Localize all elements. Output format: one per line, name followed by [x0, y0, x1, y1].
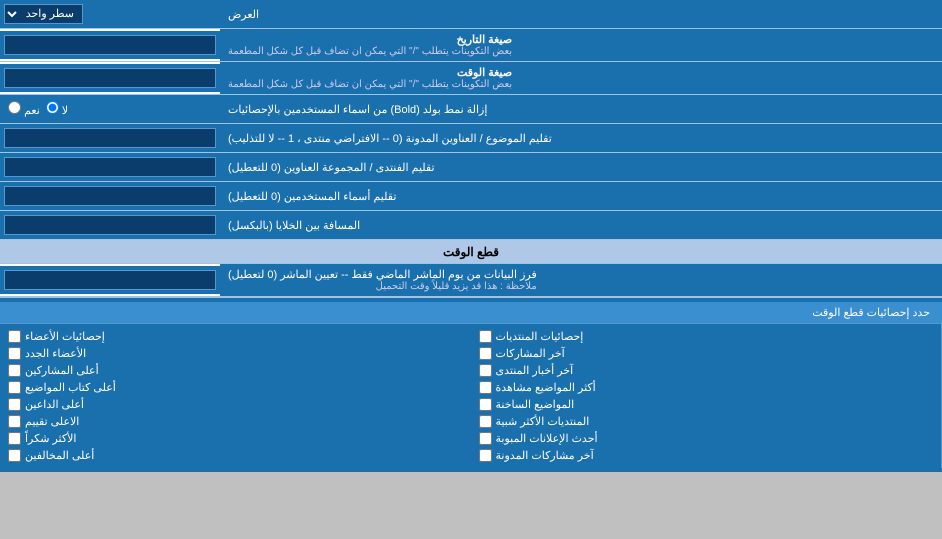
checkbox-item-recent-participations: آخر مشاركات المدونة — [479, 447, 934, 464]
cells-spacing-label: المسافة بين الخلايا (بالبكسل) — [220, 211, 942, 239]
date-format-row: صيغة التاريخ بعض التكوينات يتطلب "/" الت… — [0, 29, 942, 62]
bold-radio-no[interactable] — [46, 101, 59, 114]
cutoff-input-area: 0 — [0, 266, 220, 294]
bold-radio-yes-label: نعم — [8, 101, 40, 117]
checkbox-top-raters[interactable] — [8, 415, 21, 428]
display-label: العرض — [220, 0, 942, 28]
topics-authors-input[interactable]: 33 — [4, 128, 216, 148]
topics-authors-label: تقليم الموضوع / العناوين المدونة (0 -- ا… — [220, 124, 942, 152]
checkbox-col-1: إحصائيات المنتديات آخر المشاركات آخر أخب… — [471, 324, 942, 468]
topics-authors-row: تقليم الموضوع / العناوين المدونة (0 -- ا… — [0, 124, 942, 153]
topics-authors-input-area: 33 — [0, 124, 220, 152]
cells-spacing-input[interactable]: 2 — [4, 215, 216, 235]
checkbox-recent-ads[interactable] — [479, 432, 492, 445]
bold-radio-label: إزالة نمط بولد (Bold) من اسماء المستخدمي… — [220, 95, 942, 123]
checkbox-top-participants[interactable] — [8, 364, 21, 377]
cutoff-section-header: قطع الوقت — [0, 240, 942, 264]
cells-spacing-row: المسافة بين الخلايا (بالبكسل) 2 — [0, 211, 942, 240]
date-format-input-area: d-m — [0, 31, 220, 59]
display-select-area: سطر واحد — [0, 0, 220, 28]
checkboxes-container: حدد إحصائيات قطع الوقت إحصائيات المنتديا… — [0, 297, 942, 472]
checkbox-participations[interactable] — [479, 330, 492, 343]
checkbox-item-top-writers: أعلى كتاب المواضيع — [8, 379, 463, 396]
checkbox-recent-participations[interactable] — [479, 449, 492, 462]
checkbox-item-shares: آخر المشاركات — [479, 345, 934, 362]
checkbox-forum-news[interactable] — [479, 364, 492, 377]
bold-radio-row: إزالة نمط بولد (Bold) من اسماء المستخدمي… — [0, 95, 942, 124]
checkbox-item-members-stats: إحصائيات الأعضاء — [8, 328, 463, 345]
date-format-label: صيغة التاريخ بعض التكوينات يتطلب "/" الت… — [220, 29, 942, 61]
checkbox-item-most-viewed: أكثر المواضيع مشاهدة — [479, 379, 934, 396]
cutoff-row: فرز البيانات من يوم الماشر الماضي فقط --… — [0, 264, 942, 297]
bold-radio-input-area: لا نعم — [0, 95, 220, 123]
bold-radio-no-label: لا — [46, 101, 68, 117]
usernames-label: تقليم أسماء المستخدمين (0 للتعطيل) — [220, 182, 942, 210]
date-format-input[interactable]: d-m — [4, 35, 216, 55]
cutoff-label: فرز البيانات من يوم الماشر الماضي فقط --… — [220, 264, 942, 296]
display-row: العرض سطر واحد — [0, 0, 942, 29]
checkbox-top-guests[interactable] — [8, 449, 21, 462]
forum-group-input-area: 33 — [0, 153, 220, 181]
checkbox-item-new-members: الأعضاء الجدد — [8, 345, 463, 362]
checkbox-old-topics[interactable] — [479, 398, 492, 411]
checkbox-new-members[interactable] — [8, 347, 21, 360]
usernames-input[interactable]: 0 — [4, 186, 216, 206]
bold-radio-yes[interactable] — [8, 101, 21, 114]
checkboxes-grid: إحصائيات المنتديات آخر المشاركات آخر أخب… — [0, 324, 942, 468]
time-format-input[interactable]: H:i — [4, 68, 216, 88]
checkbox-item-similar-forums: المنتديات الأكثر شبية — [479, 413, 934, 430]
forum-group-row: تقليم الفنتدى / المجموعة العناوين (0 للت… — [0, 153, 942, 182]
forum-group-label: تقليم الفنتدى / المجموعة العناوين (0 للت… — [220, 153, 942, 181]
checkbox-item-top-guests: أعلى المخالفين — [8, 447, 463, 464]
checkbox-item-old-topics: المواضيع الساخنة — [479, 396, 934, 413]
cutoff-input[interactable]: 0 — [4, 270, 216, 290]
checkbox-top-writers[interactable] — [8, 381, 21, 394]
display-select[interactable]: سطر واحد — [4, 4, 83, 24]
time-format-input-area: H:i — [0, 64, 220, 92]
checkbox-item-top-raters: الاعلى تقييم — [8, 413, 463, 430]
checkboxes-header: حدد إحصائيات قطع الوقت — [0, 302, 942, 324]
checkbox-members-stats[interactable] — [8, 330, 21, 343]
checkbox-col-2: إحصائيات الأعضاء الأعضاء الجدد أعلى المش… — [0, 324, 471, 468]
checkbox-item-top-participants: أعلى المشاركين — [8, 362, 463, 379]
cells-spacing-input-area: 2 — [0, 211, 220, 239]
usernames-row: تقليم أسماء المستخدمين (0 للتعطيل) 0 — [0, 182, 942, 211]
forum-group-input[interactable]: 33 — [4, 157, 216, 177]
checkbox-shares[interactable] — [479, 347, 492, 360]
checkbox-item-forum-news: آخر أخبار المنتدى — [479, 362, 934, 379]
checkbox-top-visitors[interactable] — [8, 398, 21, 411]
time-format-row: صيغة الوقت بعض التكوينات يتطلب "/" التي … — [0, 62, 942, 95]
checkbox-item-participations: إحصائيات المنتديات — [479, 328, 934, 345]
checkbox-item-top-visitors: أعلى الداعين — [8, 396, 463, 413]
checkbox-most-viewed[interactable] — [479, 381, 492, 394]
checkbox-most-thanked[interactable] — [8, 432, 21, 445]
usernames-input-area: 0 — [0, 182, 220, 210]
checkbox-similar-forums[interactable] — [479, 415, 492, 428]
checkbox-item-most-thanked: الأكثر شكراً — [8, 430, 463, 447]
time-format-label: صيغة الوقت بعض التكوينات يتطلب "/" التي … — [220, 62, 942, 94]
checkbox-item-recent-ads: أحدث الإعلانات المبوبة — [479, 430, 934, 447]
